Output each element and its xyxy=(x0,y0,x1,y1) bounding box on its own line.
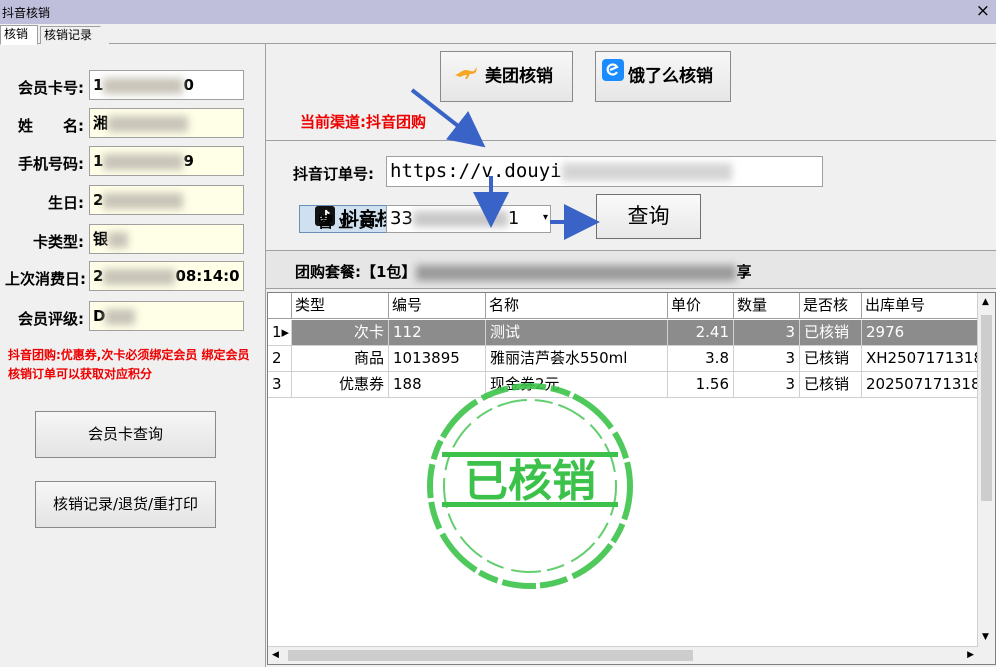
table-header: 数量 xyxy=(734,293,800,319)
package-suffix: 享 xyxy=(736,263,752,281)
cell-type: 优惠券 xyxy=(292,372,389,398)
scroll-up-icon[interactable]: ▲ xyxy=(982,297,989,307)
cell-code: 1013895 xyxy=(389,346,486,372)
cell-price: 2.41 xyxy=(668,320,734,346)
cell-name: 测试 xyxy=(486,320,668,346)
package-bar: 团购套餐:【1包】 享 xyxy=(266,251,996,289)
horizontal-scrollbar[interactable]: ◀ ▶ xyxy=(268,646,978,664)
package-title: 团购套餐:【1包】 享 xyxy=(295,261,751,282)
cell-type: 次卡 xyxy=(292,320,389,346)
scroll-right-icon[interactable]: ▶ xyxy=(967,650,974,660)
scroll-down-icon[interactable]: ▼ xyxy=(982,632,989,642)
table-header: 编号 xyxy=(389,293,486,319)
table-header: 名称 xyxy=(486,293,668,319)
vertical-scrollbar[interactable]: ▲ ▼ xyxy=(977,293,995,664)
cell-out-number: 2976 xyxy=(862,320,979,346)
cell-name: 雅丽洁芦荟水550ml xyxy=(486,346,668,372)
cell-price: 3.8 xyxy=(668,346,734,372)
table-header: 出库单号 xyxy=(862,293,979,319)
table-header: 单价 xyxy=(668,293,734,319)
masked-text xyxy=(416,264,737,281)
row-indicator: 3 xyxy=(268,372,292,398)
arrow-to-order xyxy=(410,88,486,148)
cell-out-number: 2025071713185 xyxy=(862,372,979,398)
table-header: 类型 xyxy=(292,293,389,319)
cell-status: 已核销 xyxy=(800,372,862,398)
table-header: 是否核销 xyxy=(800,293,862,339)
stamp-text: 已核销 xyxy=(464,456,596,507)
cell-code: 112 xyxy=(389,320,486,346)
row-indicator: 2 xyxy=(268,346,292,372)
scroll-left-icon[interactable]: ◀ xyxy=(272,650,279,660)
scroll-thumb[interactable] xyxy=(981,315,992,501)
cell-qty: 3 xyxy=(734,346,800,372)
cell-qty: 3 xyxy=(734,320,800,346)
verified-stamp: 已核销 xyxy=(427,383,633,589)
cell-qty: 3 xyxy=(734,372,800,398)
cell-price: 1.56 xyxy=(668,372,734,398)
scroll-thumb-horizontal[interactable] xyxy=(288,650,693,661)
cell-status: 已核销 xyxy=(800,320,862,346)
package-text: 团购套餐:【1包】 xyxy=(295,263,417,281)
row-indicator: 1▸ xyxy=(268,320,292,346)
cell-status: 已核销 xyxy=(800,346,862,372)
cell-out-number: XH2507171318 xyxy=(862,346,979,372)
cell-type: 商品 xyxy=(292,346,389,372)
table-header-corner xyxy=(268,293,292,319)
